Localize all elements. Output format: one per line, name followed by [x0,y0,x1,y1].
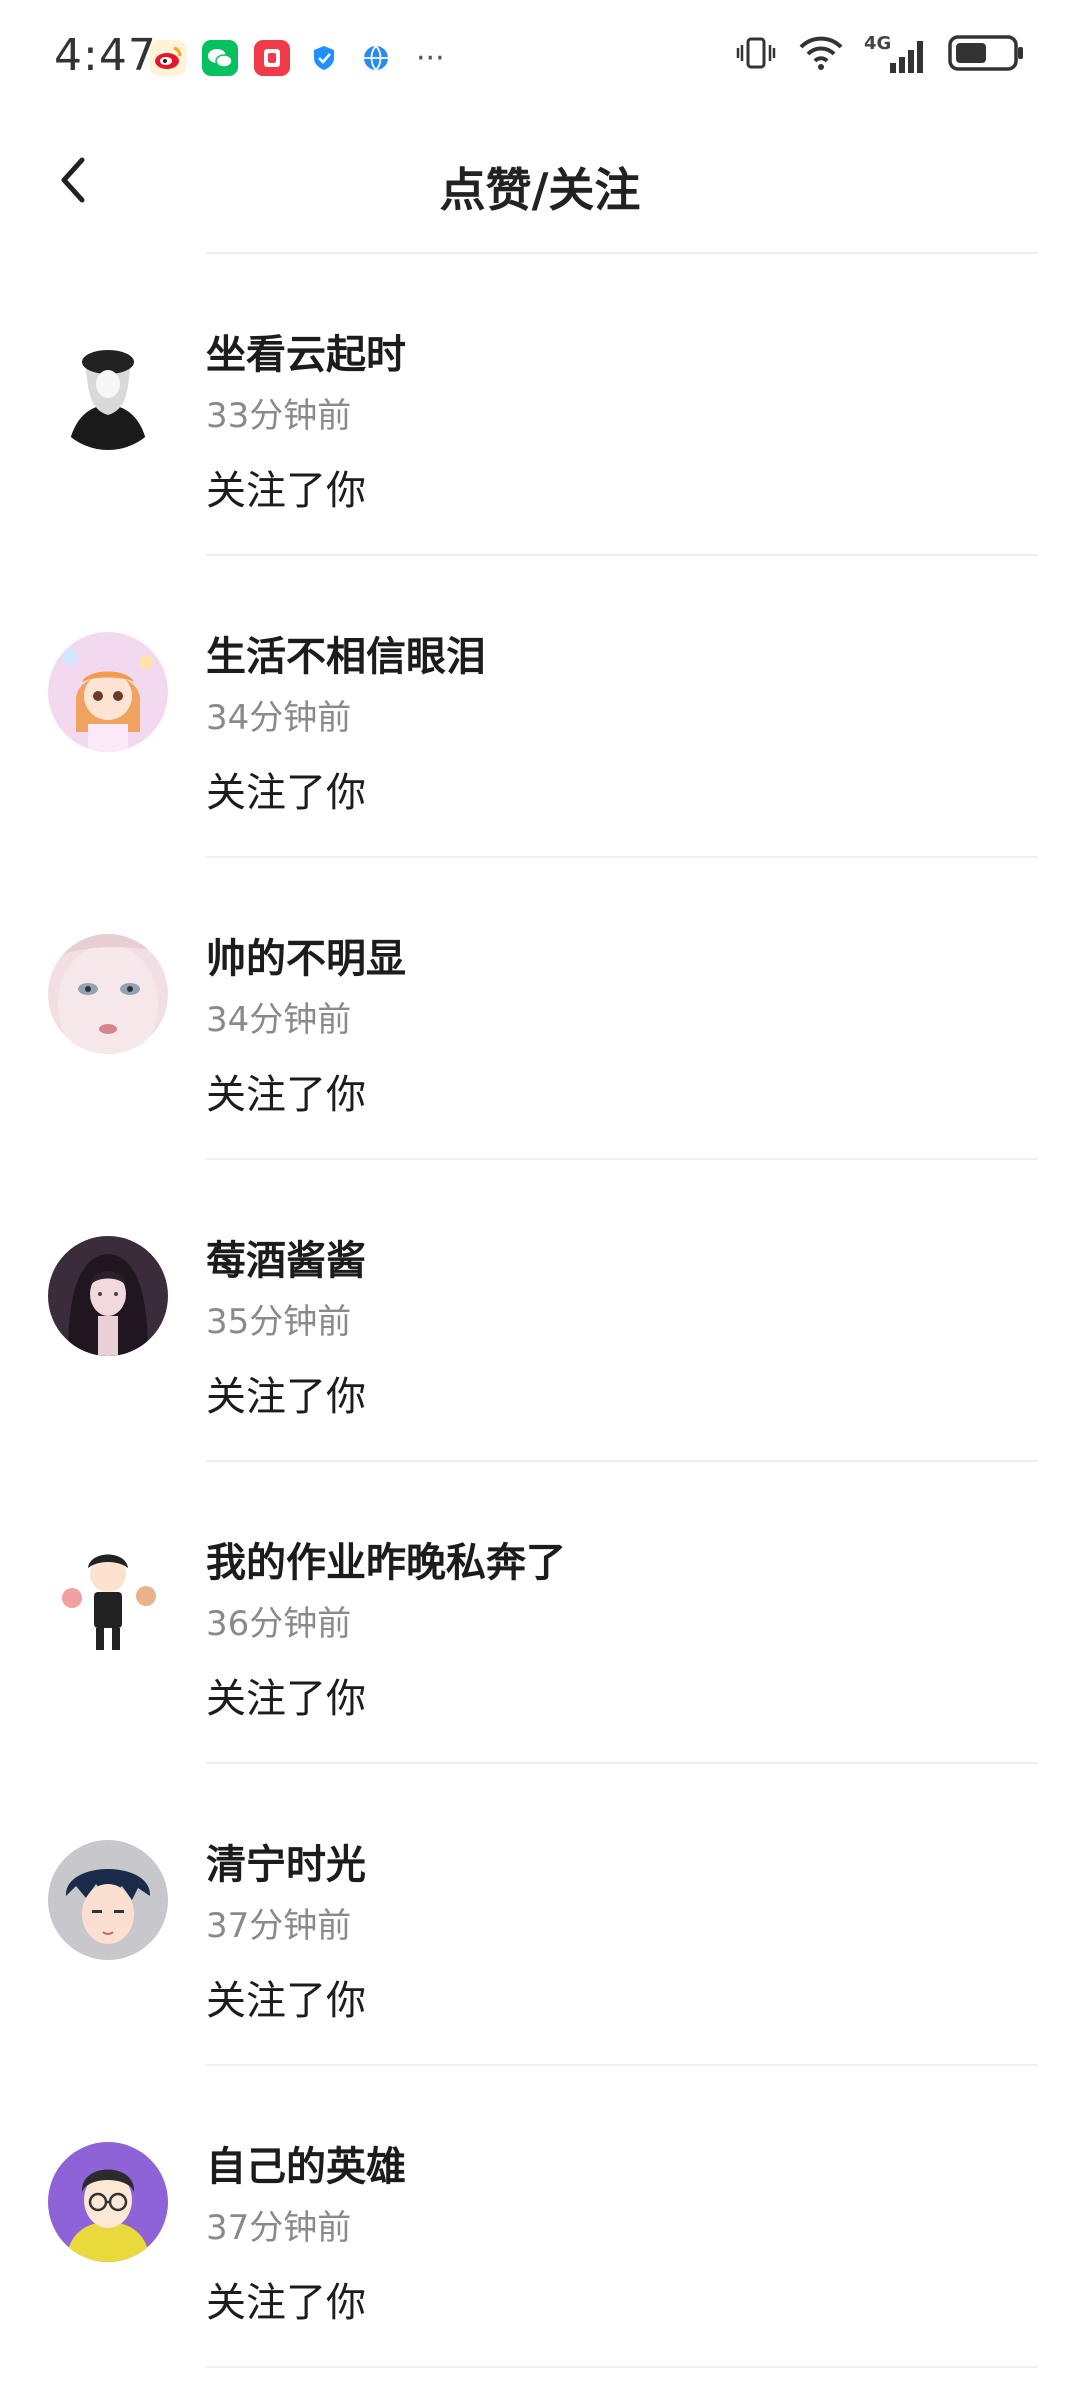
notification-text: 关注了你 [206,770,366,816]
avatar[interactable] [48,632,168,752]
notification-list: 坐看云起时 33分钟前 关注了你 生活不相信眼泪 34分钟前 关注了你 帅的不明… [0,254,1080,2368]
status-time: 4:47 [54,30,157,81]
page-title: 点赞/关注 [439,163,641,217]
notification-text: 关注了你 [206,468,366,514]
user-name[interactable]: 帅的不明显 [206,926,406,984]
signal-icon: 4G [864,33,928,75]
avatar[interactable] [48,2142,168,2262]
avatar[interactable] [48,330,168,450]
user-name[interactable]: 生活不相信眼泪 [206,624,486,682]
list-item[interactable]: 帅的不明显 34分钟前 关注了你 [0,858,1080,1160]
user-name[interactable]: 坐看云起时 [206,322,406,380]
list-item[interactable]: 坐看云起时 33分钟前 关注了你 [0,254,1080,556]
list-item[interactable]: 莓酒酱酱 35分钟前 关注了你 [0,1160,1080,1462]
notification-text: 关注了你 [206,1676,366,1722]
avatar[interactable] [48,1840,168,1960]
notification-text: 关注了你 [206,1072,366,1118]
timestamp: 36分钟前 [206,1604,352,1644]
notification-text: 关注了你 [206,1978,366,2024]
list-item[interactable]: 我的作业昨晚私奔了 36分钟前 关注了你 [0,1462,1080,1764]
wifi-icon [798,35,844,75]
user-name[interactable]: 清宁时光 [206,1832,366,1890]
vibrate-icon [734,35,778,75]
battery-icon [948,34,1024,76]
user-name[interactable]: 自己的英雄 [206,2134,406,2192]
shield-icon [306,40,342,76]
timestamp: 37分钟前 [206,1906,352,1946]
list-item[interactable]: 自己的英雄 37分钟前 关注了你 [0,2066,1080,2368]
wechat-icon [202,40,238,76]
list-item[interactable]: 清宁时光 37分钟前 关注了你 [0,1764,1080,2066]
timestamp: 35分钟前 [206,1302,352,1342]
red-app-icon [254,40,290,76]
timestamp: 37分钟前 [206,2208,352,2248]
notification-text: 关注了你 [206,2280,366,2326]
list-item[interactable]: 生活不相信眼泪 34分钟前 关注了你 [0,556,1080,858]
avatar[interactable] [48,1538,168,1658]
app-header: 点赞/关注 [0,130,1080,230]
user-name[interactable]: 我的作业昨晚私奔了 [206,1530,566,1588]
notification-text: 关注了你 [206,1374,366,1420]
status-bar: 4:47 ··· 4G [0,0,1080,116]
weibo-icon [150,40,186,76]
user-name[interactable]: 莓酒酱酱 [206,1228,366,1286]
avatar[interactable] [48,1236,168,1356]
more-icon: ··· [416,40,445,76]
notification-icons: ··· [150,40,445,76]
avatar[interactable] [48,934,168,1054]
timestamp: 33分钟前 [206,396,352,436]
browser-icon [358,40,394,76]
system-indicators: 4G [734,33,1024,76]
timestamp: 34分钟前 [206,698,352,738]
timestamp: 34分钟前 [206,1000,352,1040]
divider [206,2366,1038,2368]
